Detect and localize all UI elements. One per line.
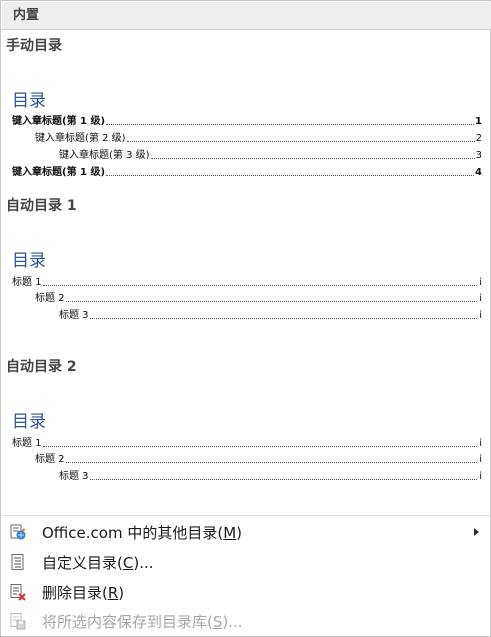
toc-entry-page: i: [479, 438, 482, 449]
toc-entry-level2: 标题 2 i: [35, 293, 482, 305]
toc-entry-level1: 标题 1 i: [12, 438, 482, 450]
toc-entry-page: i: [479, 293, 482, 304]
toc-option-manual[interactable]: 手动目录 目录 键入章标题(第 1 级) 1 键入章标题(第 2 级) 2 键入章标…: [2, 31, 491, 189]
section-header-builtin: 内置: [2, 2, 491, 30]
menu-separator: [2, 515, 491, 516]
office-toc-icon: [9, 523, 27, 541]
toc-entry-label: 标题 2: [35, 454, 65, 465]
save-to-gallery-icon: [9, 612, 27, 630]
toc-entry-page: i: [479, 454, 482, 465]
menu-item-label: 自定义目录(C)...: [42, 553, 154, 572]
toc-entry-level3: 标题 3 i: [59, 310, 482, 322]
toc-gallery-panel: 内置 手动目录 目录 键入章标题(第 1 级) 1 键入章标题(第 2 级) 2 键…: [0, 0, 491, 637]
toc-entry-level1: 键入章标题(第 1 级) 1: [12, 116, 482, 128]
menu-item-save-selection-to-gallery[interactable]: 将所选内容保存到目录库(S)...: [2, 606, 491, 636]
toc-entry-label: 键入章标题(第 3 级): [59, 150, 150, 161]
option-title: 自动目录 1: [6, 198, 77, 214]
toc-entry-level3: 标题 3 i: [59, 471, 482, 483]
toc-entry-label: 键入章标题(第 1 级): [12, 116, 106, 127]
toc-entry-label: 键入章标题(第 1 级): [12, 167, 106, 178]
menu-item-custom-toc[interactable]: 自定义目录(C)...: [2, 547, 491, 577]
option-title: 手动目录: [6, 38, 62, 54]
toc-option-automatic-2[interactable]: 自动目录 2 目录 标题 1 i 标题 2 i 标题 3 i: [2, 352, 491, 512]
toc-heading: 目录: [12, 251, 46, 271]
menu-item-label: 删除目录(R): [42, 583, 125, 602]
menu-item-more-toc-office[interactable]: Office.com 中的其他目录(M): [2, 517, 491, 547]
menu-item-label: 将所选内容保存到目录库(S)...: [42, 612, 243, 631]
menu-item-label: Office.com 中的其他目录(M): [42, 523, 243, 542]
toc-entry-page: i: [479, 471, 482, 482]
toc-entry-page: 3: [475, 150, 482, 161]
toc-heading: 目录: [12, 91, 46, 111]
toc-entry-page: 4: [475, 167, 482, 178]
toc-entry-label: 标题 1: [12, 277, 42, 288]
submenu-arrow-icon: [474, 528, 479, 536]
toc-entry-level2: 标题 2 i: [35, 454, 482, 466]
custom-toc-icon: [9, 553, 27, 571]
remove-toc-icon: [9, 583, 27, 601]
option-title: 自动目录 2: [6, 359, 77, 375]
toc-entry-page: i: [479, 277, 482, 288]
toc-entry-page: 2: [475, 133, 482, 144]
toc-entry-level2: 键入章标题(第 2 级) 2: [35, 133, 482, 145]
toc-entry-page: i: [479, 310, 482, 321]
toc-entry-label: 标题 2: [35, 293, 65, 304]
toc-entry-label: 标题 3: [59, 310, 89, 321]
toc-entry-label: 标题 1: [12, 438, 42, 449]
toc-option-automatic-1[interactable]: 自动目录 1 目录 标题 1 i 标题 2 i 标题 3 i: [2, 191, 491, 351]
toc-entry-level1: 标题 1 i: [12, 277, 482, 289]
toc-heading: 目录: [12, 412, 46, 432]
toc-entry-page: 1: [475, 116, 482, 127]
toc-entry-level3: 键入章标题(第 3 级) 3: [59, 150, 482, 162]
toc-entry-label: 标题 3: [59, 471, 89, 482]
menu-item-remove-toc[interactable]: 删除目录(R): [2, 577, 491, 607]
toc-entry-label: 键入章标题(第 2 级): [35, 133, 126, 144]
toc-entry-level1: 键入章标题(第 1 级) 4: [12, 167, 482, 179]
